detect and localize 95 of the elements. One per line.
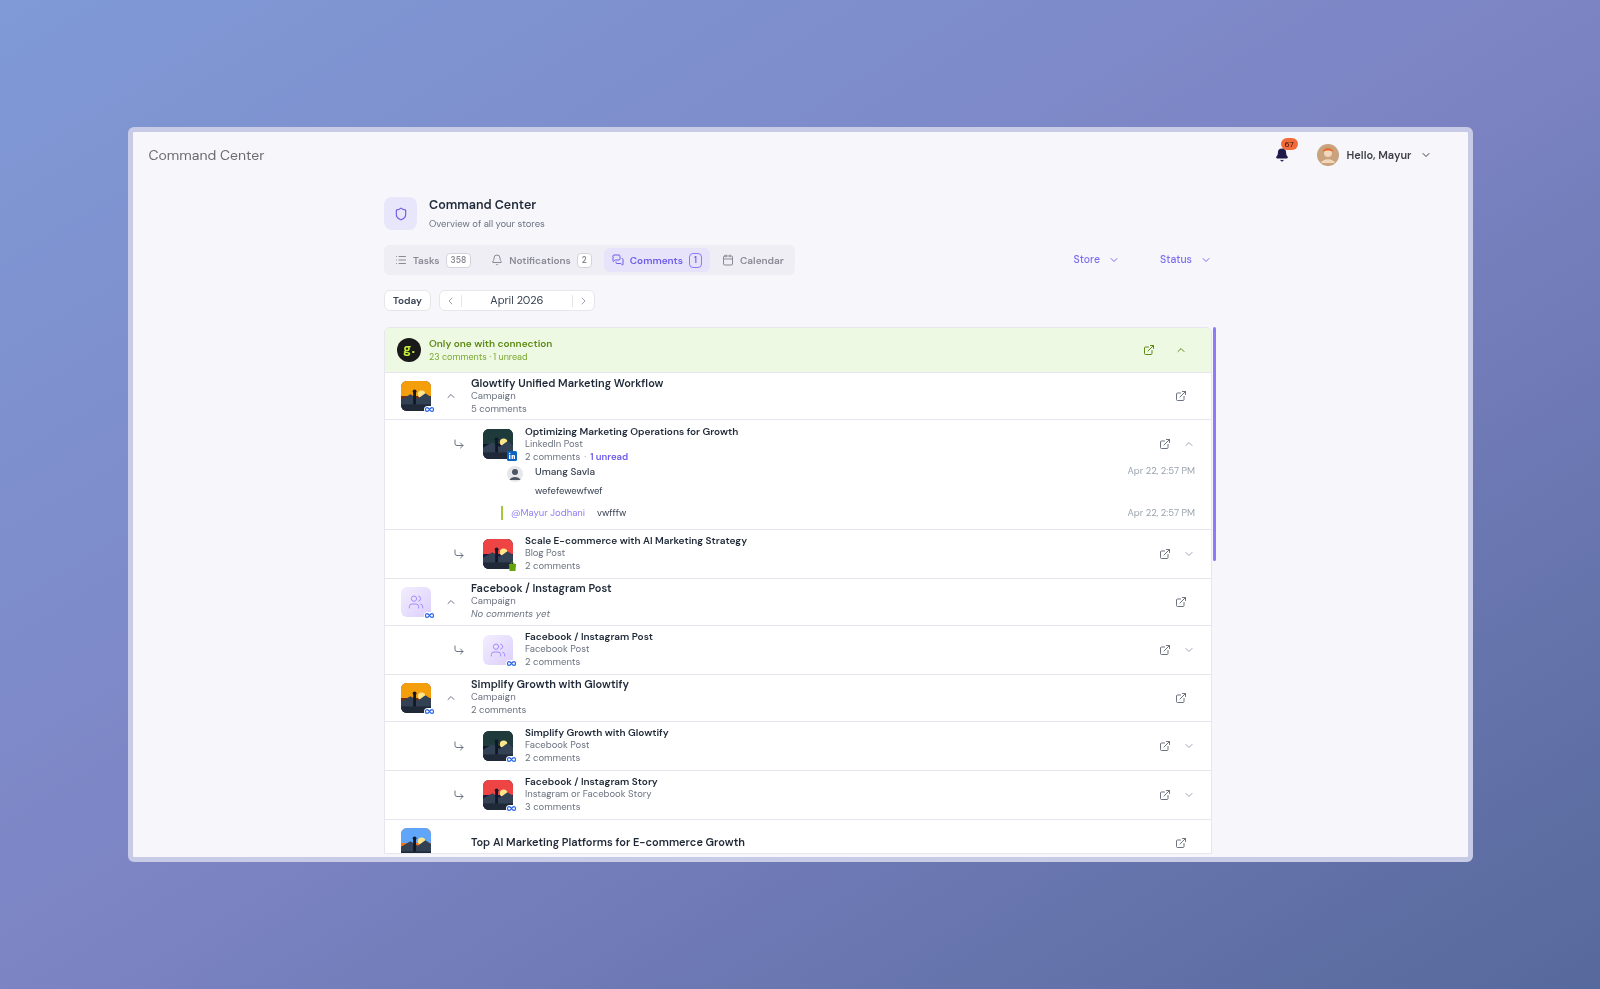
- tab-icon: [491, 254, 504, 266]
- avatar-icon: [507, 466, 523, 482]
- linkedin-icon: [507, 451, 517, 461]
- notification-bell-icon[interactable]: [1274, 148, 1289, 162]
- campaign-type: Campaign: [471, 389, 517, 403]
- post-row[interactable]: Facebook / Instagram Story Instagram or Facebook Story 3 comments: [385, 770, 1211, 820]
- post-row[interactable]: Scale E-commerce with AI Marketing Strategy Blog Post 2 comments: [385, 529, 1211, 579]
- user-menu[interactable]: Hello, Mayur: [1316, 144, 1432, 166]
- post-type: Facebook Post: [525, 739, 591, 752]
- page-subtitle: Overview of all your stores: [429, 216, 545, 231]
- meta-icon: [506, 804, 517, 812]
- comment-time: Apr 22, 2:57 PM: [1127, 464, 1195, 479]
- page-title: Command Center: [429, 196, 538, 215]
- open-link-icon[interactable]: [1175, 836, 1187, 849]
- reply-arrow-icon: [453, 739, 465, 752]
- tab-count: 358: [445, 252, 472, 268]
- reply-arrow-icon: [453, 643, 465, 656]
- users-icon: [490, 641, 506, 658]
- separator-dot: ·: [584, 450, 587, 464]
- notification-count: 67: [1280, 138, 1298, 150]
- today-button[interactable]: Today: [384, 290, 431, 311]
- comment-count: 3 comments: [525, 801, 581, 814]
- avatar-icon: [1316, 144, 1339, 166]
- open-link-icon[interactable]: [1159, 788, 1171, 801]
- campaign-type: Campaign: [471, 691, 517, 704]
- scrollbar-thumb[interactable]: [1213, 327, 1216, 561]
- post-row[interactable]: Simplify Growth with Glowtify Facebook Post 2 comments: [385, 721, 1211, 771]
- comment-text: wefefewewfwef: [535, 484, 604, 499]
- reply-arrow-icon: [453, 547, 465, 560]
- open-link-icon[interactable]: [1175, 595, 1187, 608]
- store-summary: 23 comments · 1 unread: [429, 350, 529, 365]
- campaign-type: Campaign: [471, 595, 517, 608]
- month-label: April 2026: [489, 292, 545, 309]
- app-title: Command Center: [148, 144, 266, 166]
- tab-icon: [611, 254, 624, 266]
- open-link-icon[interactable]: [1143, 344, 1155, 356]
- campaign-row[interactable]: Simplify Growth with Glowtify Campaign 2 comments: [385, 674, 1211, 722]
- post-type: Blog Post: [525, 547, 567, 560]
- tab-icon: [395, 254, 407, 266]
- comment-count: 5 comments: [471, 402, 528, 416]
- filter-dropdown[interactable]: Status: [1160, 252, 1212, 268]
- users-icon: [408, 593, 424, 610]
- shield-icon: [393, 206, 408, 221]
- comment-count: No comments yet: [471, 608, 552, 621]
- filter-dropdown[interactable]: Store: [1073, 252, 1121, 268]
- campaign-row[interactable]: Facebook / Instagram Post Campaign No comments yet: [385, 578, 1211, 626]
- reply-text: vwfffw: [597, 506, 628, 521]
- comment-count: 2 comments: [525, 656, 581, 669]
- tab[interactable]: Comments 1: [603, 248, 711, 272]
- post-title: Scale E-commerce with AI Marketing Strategy: [525, 534, 749, 547]
- campaign-row[interactable]: Top AI Marketing Platforms for E-commerce Growth: [385, 819, 1211, 853]
- meta-icon: [424, 611, 435, 619]
- open-link-icon[interactable]: [1159, 739, 1171, 752]
- post-title: Simplify Growth with Glowtify: [525, 726, 670, 739]
- post-type: LinkedIn Post: [525, 437, 584, 451]
- post-type: Facebook Post: [525, 643, 591, 656]
- open-link-icon[interactable]: [1159, 547, 1171, 560]
- tab[interactable]: Tasks 358: [387, 248, 480, 272]
- post-title: Facebook / Instagram Story: [525, 775, 659, 788]
- tab-icon: [722, 254, 735, 266]
- comment-count: 2 comments: [525, 560, 581, 573]
- post-row[interactable]: Optimizing Marketing Operations for Growth LinkedIn Post 2 comments · 1 unread Umang Savla wefefewewfwef Apr 22, 2:57 PM @Mayur Jodhani vwfffw Apr 22, 2:57 PM: [385, 420, 1211, 530]
- comment-count: 2 comments: [525, 752, 581, 765]
- open-link-icon[interactable]: [1159, 438, 1171, 450]
- post-title: Optimizing Marketing Operations for Growth: [525, 424, 740, 438]
- meta-icon: [424, 406, 435, 413]
- shopping-bag-icon: [508, 560, 517, 571]
- unread-count: 1 unread: [590, 450, 629, 464]
- store-group-header[interactable]: g. Only one with connection 23 comments · 1 unread: [385, 328, 1211, 373]
- reply-arrow-icon: [453, 438, 465, 450]
- post-type: Instagram or Facebook Story: [525, 788, 653, 801]
- campaign-title: Simplify Growth with Glowtify: [471, 678, 630, 691]
- campaign-title: Facebook / Instagram Post: [471, 582, 613, 595]
- comment-count: 2 comments: [471, 704, 528, 717]
- open-link-icon[interactable]: [1159, 643, 1171, 656]
- comment-time: Apr 22, 2:57 PM: [1127, 506, 1195, 521]
- tab-count: 2: [576, 252, 592, 268]
- store-name: Only one with connection: [429, 335, 554, 351]
- campaign-title: Top AI Marketing Platforms for E-commerce Growth: [471, 836, 746, 849]
- tab[interactable]: Notifications 2: [483, 248, 600, 272]
- post-title: Facebook / Instagram Post: [525, 630, 654, 643]
- campaign-row[interactable]: Glowtify Unified Marketing Workflow Campaign 5 comments: [385, 373, 1211, 420]
- mention-link[interactable]: @Mayur Jodhani: [511, 506, 586, 521]
- open-link-icon[interactable]: [1175, 691, 1187, 704]
- open-link-icon[interactable]: [1175, 390, 1187, 402]
- reply-arrow-icon: [453, 788, 465, 801]
- campaign-title: Glowtify Unified Marketing Workflow: [471, 376, 665, 390]
- meta-icon: [424, 707, 435, 715]
- comment-author: Umang Savla: [535, 464, 596, 479]
- meta-icon: [506, 659, 517, 667]
- tab-count: 1: [689, 252, 703, 268]
- store-logo: g.: [397, 338, 421, 362]
- comment-count: 2 comments: [525, 450, 581, 464]
- post-row[interactable]: Facebook / Instagram Post Facebook Post 2 comments: [385, 625, 1211, 675]
- meta-icon: [506, 755, 517, 763]
